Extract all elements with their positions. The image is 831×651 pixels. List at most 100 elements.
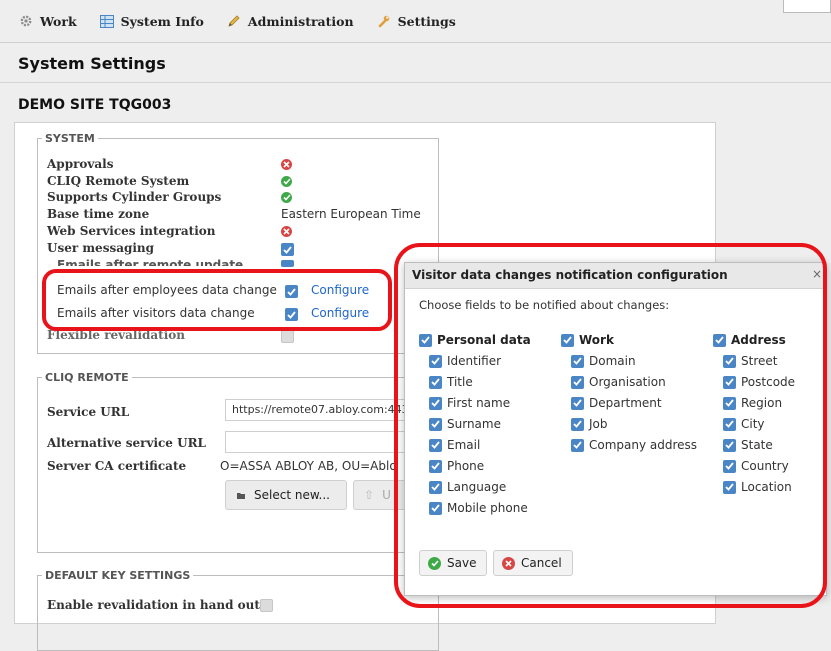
configure-employees-link[interactable]: Configure [311,283,369,297]
upload-icon: ⇧ [364,488,375,502]
option-label: Title [447,375,473,389]
save-button[interactable]: Save [419,550,487,576]
field-phone[interactable]: Phone [429,459,484,473]
nav-work[interactable]: Work [18,13,77,29]
checkbox[interactable] [429,396,442,410]
field-company-address[interactable]: Company address [571,438,697,452]
checkbox[interactable] [723,480,736,494]
cliq-remote-legend: CLIQ REMOTE [45,371,129,384]
field-mobile-phone[interactable]: Mobile phone [429,501,528,515]
emails-after-employees-label: Emails after employees data change [57,283,277,297]
service-url-label: Service URL [47,405,130,419]
field-postcode[interactable]: Postcode [723,375,795,389]
personal-data-heading[interactable]: Personal data [419,333,531,347]
default-key-legend: DEFAULT KEY SETTINGS [45,569,191,582]
field-surname[interactable]: Surname [429,417,501,431]
check-icon [281,192,292,203]
field-department[interactable]: Department [571,396,662,410]
checkbox[interactable] [571,438,584,452]
checkbox[interactable] [723,417,736,431]
nav-settings[interactable]: Settings [376,13,456,29]
flexible-revalidation-checkbox[interactable] [281,330,294,343]
field-language[interactable]: Language [429,480,506,494]
page-title: System Settings [18,54,166,73]
checkbox[interactable] [723,375,736,389]
checkbox[interactable] [571,396,584,410]
field-organisation[interactable]: Organisation [571,375,666,389]
nav-system-info[interactable]: System Info [99,13,204,29]
approvals-label: Approvals [47,157,114,171]
emails-after-employees-checkbox[interactable] [285,285,298,298]
supports-cylinder-groups-label: Supports Cylinder Groups [47,190,222,204]
select-new-button[interactable]: Select new... [225,480,347,510]
checkbox[interactable] [723,459,736,473]
field-domain[interactable]: Domain [571,354,636,368]
emails-after-visitors-checkbox[interactable] [285,308,298,321]
checkbox[interactable] [571,375,584,389]
personal-data-label: Personal data [437,333,531,347]
option-label: Company address [589,438,698,452]
checkbox[interactable] [429,417,442,431]
upload-label: U [382,488,391,502]
checkbox[interactable] [429,480,442,494]
field-street[interactable]: Street [723,354,777,368]
checkbox[interactable] [429,459,442,473]
work-heading[interactable]: Work [561,333,614,347]
field-identifier[interactable]: Identifier [429,354,501,368]
dialog-title: Visitor data changes notification config… [412,268,728,282]
configure-visitors-link[interactable]: Configure [311,306,369,320]
option-label: Region [741,396,783,410]
option-label: Organisation [589,375,666,389]
cross-icon [502,556,515,570]
personal-data-checkbox[interactable] [419,333,432,347]
field-country[interactable]: Country [723,459,789,473]
field-region[interactable]: Region [723,396,782,410]
option-label: State [741,438,773,452]
field-location[interactable]: Location [723,480,792,494]
checkbox[interactable] [723,396,736,410]
field-state[interactable]: State [723,438,773,452]
cliq-remote-system-label: CLIQ Remote System [47,174,190,188]
field-title[interactable]: Title [429,375,473,389]
checkbox[interactable] [429,354,442,368]
address-heading[interactable]: Address [713,333,786,347]
emails-after-visitors-label: Emails after visitors data change [57,306,255,320]
alt-service-url-input[interactable] [225,431,425,453]
option-label: Email [447,438,481,452]
alt-service-url-label: Alternative service URL [47,436,206,450]
checkbox[interactable] [571,417,584,431]
checkbox[interactable] [571,354,584,368]
option-label: Country [741,459,789,473]
emails-after-remote-update-checkbox[interactable] [281,260,294,267]
checkbox[interactable] [429,375,442,389]
check-icon [281,176,292,187]
save-label: Save [447,556,477,570]
checkbox[interactable] [429,438,442,452]
work-label: Work [579,333,614,347]
service-url-input[interactable]: https://remote07.abloy.com:443/ [225,399,425,421]
visitor-notification-dialog: Visitor data changes notification config… [404,262,827,596]
option-label: Postcode [741,375,796,389]
cancel-label: Cancel [521,556,562,570]
option-label: Domain [589,354,636,368]
close-icon[interactable]: × [812,267,822,281]
field-city[interactable]: City [723,417,765,431]
checkbox[interactable] [429,501,442,515]
enable-revalidation-checkbox[interactable] [260,599,273,612]
checkbox[interactable] [723,438,736,452]
option-label: Department [589,396,662,410]
address-checkbox[interactable] [713,333,726,347]
gear-icon [18,13,34,29]
check-icon [428,556,441,570]
field-first-name[interactable]: First name [429,396,510,410]
wrench-icon [376,13,392,29]
cross-icon [281,226,292,237]
cancel-button[interactable]: Cancel [493,550,573,576]
checkbox[interactable] [723,354,736,368]
work-checkbox[interactable] [561,333,574,347]
cross-icon [281,159,292,170]
nav-administration[interactable]: Administration [226,13,354,29]
field-job[interactable]: Job [571,417,608,431]
user-messaging-checkbox[interactable] [281,243,294,256]
field-email[interactable]: Email [429,438,480,452]
